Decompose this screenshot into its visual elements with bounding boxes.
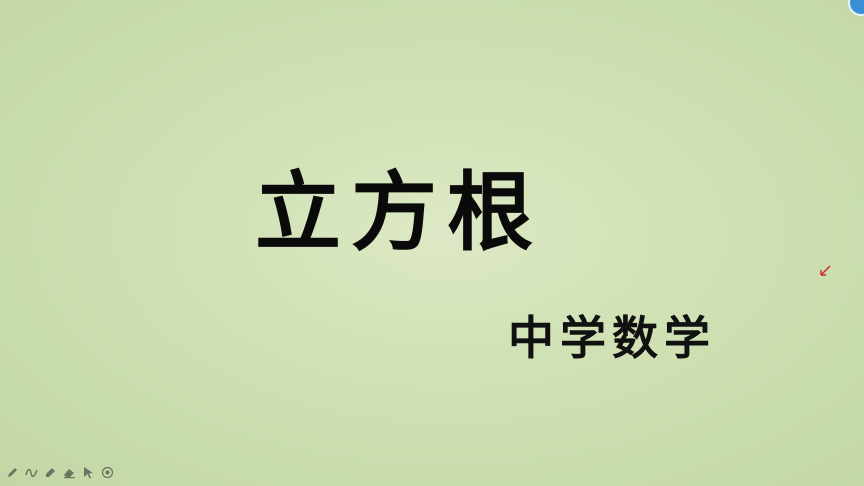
pointer-tool-button[interactable] xyxy=(82,466,95,479)
slide-title: 立方根 xyxy=(255,162,543,263)
pen-tool-button[interactable] xyxy=(6,466,19,479)
eraser-tool-button[interactable] xyxy=(63,466,76,479)
slideshow-toolbar xyxy=(6,464,114,480)
freehand-icon xyxy=(25,468,38,477)
pen-icon xyxy=(8,467,17,477)
pointer-arrow-icon xyxy=(84,466,93,478)
freehand-tool-button[interactable] xyxy=(25,466,38,479)
slide-subtitle: 中学数学 xyxy=(508,311,716,365)
corner-badge-icon[interactable] xyxy=(848,0,864,16)
eraser-icon xyxy=(64,468,75,478)
laser-pointer-icon xyxy=(820,265,831,276)
highlighter-tool-button[interactable] xyxy=(44,466,57,479)
target-tool-button[interactable] xyxy=(101,466,114,479)
highlighter-icon xyxy=(46,467,55,477)
target-icon xyxy=(101,466,114,478)
presentation-slide: 立方根 中学数学 xyxy=(0,0,864,486)
